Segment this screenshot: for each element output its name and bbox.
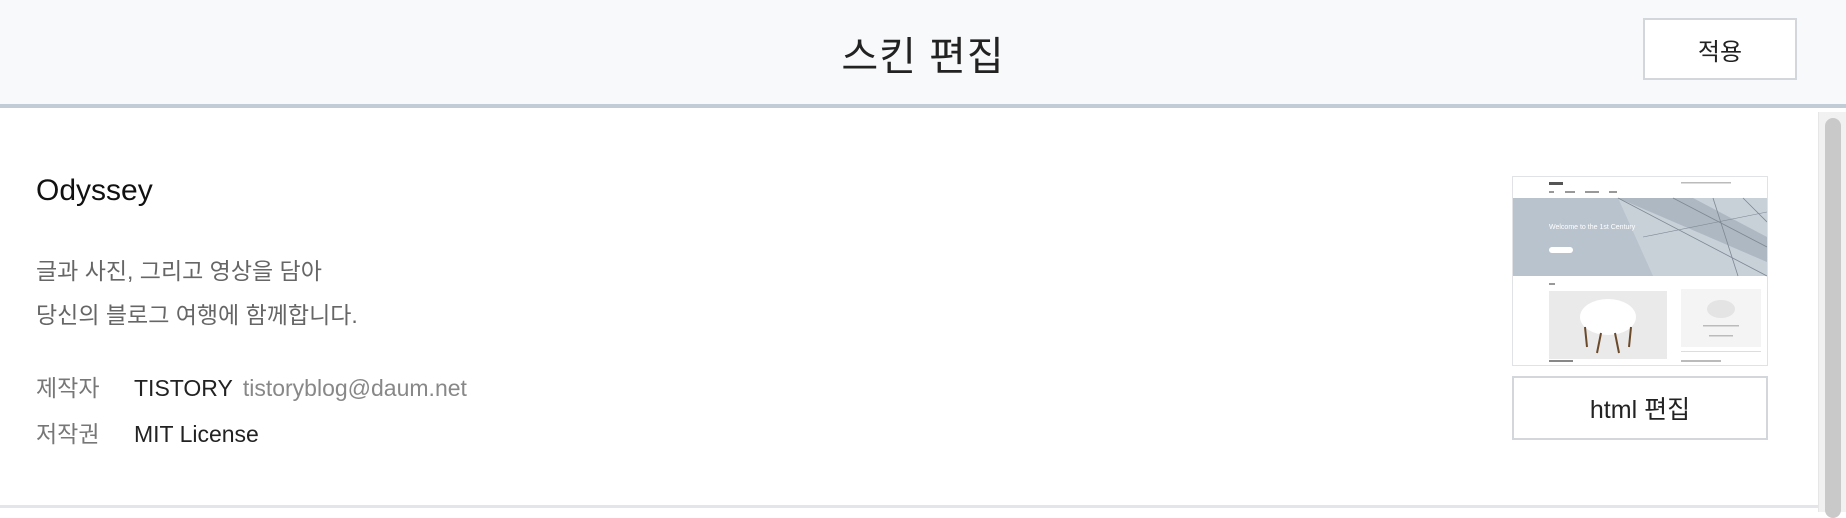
license-row: 저작권 MIT License: [36, 415, 259, 449]
author-label: 제작자: [36, 375, 100, 401]
skin-info-panel: Odyssey 글과 사진, 그리고 영상을 담아 당신의 블로그 여행에 함께…: [0, 112, 1818, 506]
author-name: TISTORY: [134, 375, 233, 401]
apply-button[interactable]: 적용: [1643, 18, 1797, 80]
scrollbar-track[interactable]: [1818, 112, 1846, 518]
header-bar: 스킨 편집 적용: [0, 0, 1846, 108]
page-title: 스킨 편집: [841, 35, 1005, 79]
license-value: MIT License: [134, 421, 259, 447]
skin-description-line-1: 글과 사진, 그리고 영상을 담아: [36, 258, 322, 284]
skin-description-line-2: 당신의 블로그 여행에 함께합니다.: [36, 302, 358, 328]
section-divider: [0, 505, 1818, 508]
author-row: 제작자 TISTORY tistoryblog@daum.net: [36, 369, 467, 403]
skin-preview-image: Welcome to the 1st Century: [1513, 177, 1767, 365]
edit-html-button[interactable]: html 편집: [1512, 376, 1768, 440]
license-label: 저작권: [36, 421, 100, 447]
skin-name: Odyssey: [36, 174, 153, 207]
scrollbar-thumb[interactable]: [1825, 118, 1841, 518]
author-email: tistoryblog@daum.net: [242, 375, 467, 401]
thumbnail-banner-text: Welcome to the 1st Century: [1549, 224, 1636, 231]
skin-thumbnail: Welcome to the 1st Century: [1512, 176, 1768, 366]
